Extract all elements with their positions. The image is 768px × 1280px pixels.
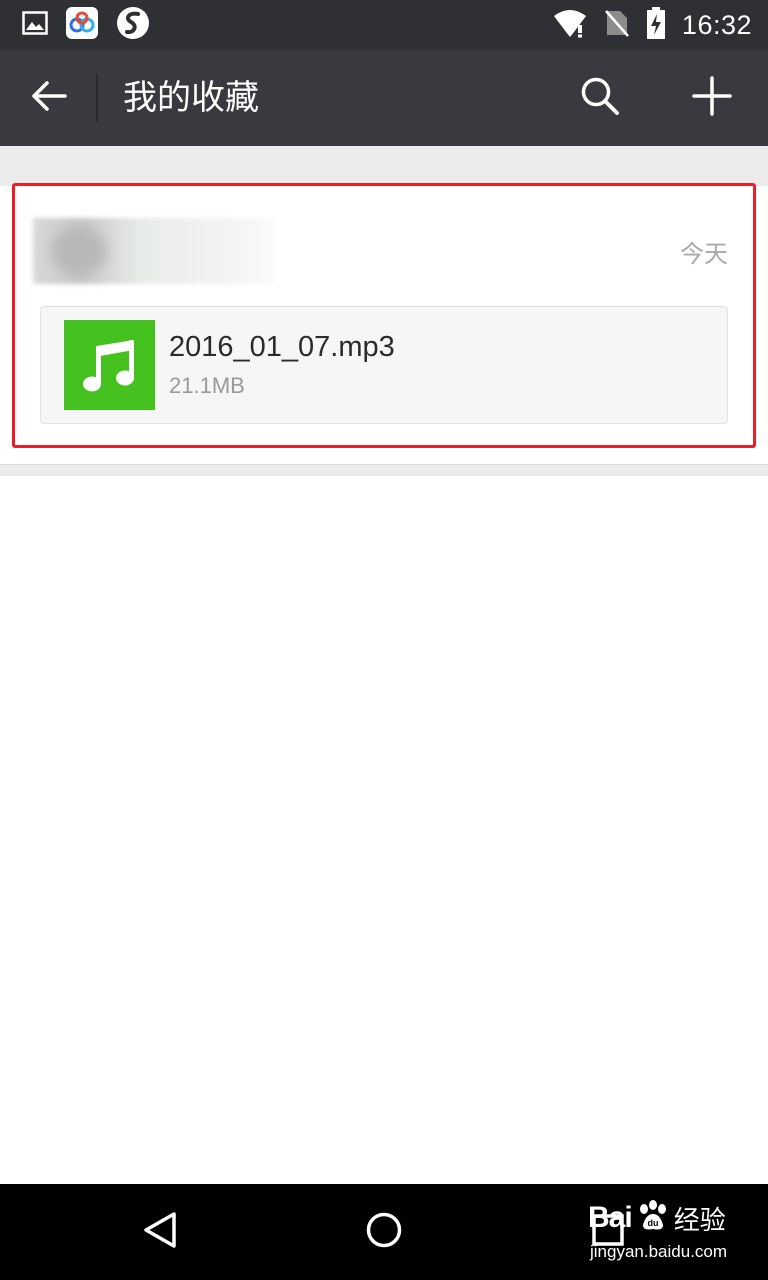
file-name: 2016_01_07.mp3	[169, 331, 395, 363]
status-bar-system: 16:32	[552, 6, 752, 44]
music-note-icon	[64, 320, 155, 410]
add-button[interactable]	[686, 72, 738, 124]
battery-charging-icon	[646, 7, 666, 43]
sender-avatar-blurred	[51, 226, 107, 276]
baidu-cloud-icon	[66, 7, 98, 43]
favorite-item-card[interactable]: 今天 2016_01_07.mp3 21.1MB	[0, 186, 768, 464]
search-button[interactable]	[574, 72, 626, 124]
watermark-brand-cn: 经验	[673, 1205, 726, 1236]
status-bar-time: 16:32	[681, 9, 752, 40]
no-sim-icon	[604, 8, 630, 42]
nav-back-button[interactable]	[136, 1208, 184, 1256]
svg-text:du: du	[647, 1218, 658, 1228]
action-bar-divider	[96, 74, 98, 122]
page-title: 我的收藏	[123, 78, 259, 118]
watermark-logo: Bai du 经验	[588, 1198, 726, 1238]
list-divider	[0, 464, 768, 476]
favorite-date: 今天	[680, 240, 728, 268]
file-attachment[interactable]: 2016_01_07.mp3 21.1MB	[40, 306, 728, 424]
status-bar: 16:32	[0, 0, 768, 50]
watermark-brand-latin: Bai	[588, 1201, 633, 1234]
nav-back-icon	[140, 1210, 180, 1254]
watermark-url: jingyan.baidu.com	[590, 1242, 728, 1261]
file-size: 21.1MB	[169, 373, 245, 398]
sender-info-blurred	[33, 218, 274, 284]
nav-home-button[interactable]	[360, 1208, 408, 1256]
plus-icon	[692, 76, 732, 120]
s-app-icon	[116, 6, 150, 44]
wifi-icon	[552, 8, 588, 42]
status-bar-notifications	[22, 6, 150, 44]
paw-icon: du	[636, 1199, 670, 1237]
back-button[interactable]	[22, 74, 76, 122]
list-top-spacer	[0, 146, 768, 186]
nav-home-icon	[364, 1210, 404, 1254]
arrow-left-icon	[31, 80, 67, 116]
action-bar: 我的收藏	[0, 50, 768, 146]
gallery-icon	[22, 11, 48, 39]
baidu-jingyan-watermark: Bai du 经验 jingyan.baidu.com	[588, 1196, 738, 1266]
search-icon	[580, 76, 620, 120]
